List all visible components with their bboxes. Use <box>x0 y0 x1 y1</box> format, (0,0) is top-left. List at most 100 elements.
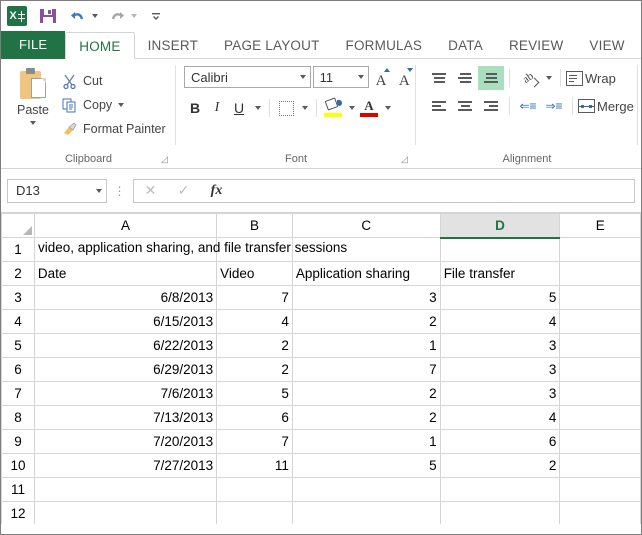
cell-e8[interactable] <box>559 405 641 430</box>
cell-d11[interactable] <box>439 477 561 502</box>
row-header-4[interactable]: 4 <box>1 309 35 334</box>
cell-c9[interactable]: 1 <box>291 429 441 454</box>
tab-data[interactable]: DATA <box>435 32 496 59</box>
cell-e5[interactable] <box>559 333 641 358</box>
font-color-dropdown-icon[interactable] <box>380 97 394 119</box>
undo-dropdown-icon[interactable] <box>90 4 98 28</box>
decrease-indent-button[interactable]: ⇐≡ <box>515 94 541 118</box>
cell-e7[interactable] <box>559 381 641 406</box>
orientation-dropdown-icon[interactable] <box>541 67 555 89</box>
cell-c5[interactable]: 1 <box>291 333 441 358</box>
tab-insert[interactable]: INSERT <box>135 32 211 59</box>
column-header-c[interactable]: C <box>291 213 441 238</box>
copy-dropdown-icon[interactable] <box>118 103 125 107</box>
cell-a4[interactable]: 6/15/2013 <box>33 309 218 334</box>
cell-b2[interactable]: Video <box>216 261 293 286</box>
cell-b10[interactable]: 11 <box>216 453 293 478</box>
font-size-select[interactable]: 11 <box>312 66 370 88</box>
cell-c2[interactable]: Application sharing <box>291 261 441 286</box>
align-middle-button[interactable] <box>452 66 478 90</box>
cell-c7[interactable]: 2 <box>291 381 441 406</box>
cell-d8[interactable]: 4 <box>439 405 561 430</box>
cell-a12[interactable] <box>33 501 218 524</box>
italic-button[interactable]: I <box>206 97 228 119</box>
borders-button[interactable] <box>275 97 297 119</box>
cell-d5[interactable]: 3 <box>439 333 561 358</box>
copy-button[interactable]: Copy <box>59 93 166 117</box>
cell-d2[interactable]: File transfer <box>439 261 561 286</box>
cell-a11[interactable] <box>33 477 218 502</box>
cell-a3[interactable]: 6/8/2013 <box>33 285 218 310</box>
cell-a10[interactable]: 7/27/2013 <box>33 453 218 478</box>
redo-dropdown-icon[interactable] <box>129 4 137 28</box>
wrap-text-button[interactable]: Wrap <box>566 64 616 92</box>
tab-view[interactable]: VIEW <box>576 32 637 59</box>
cell-d1[interactable] <box>439 237 561 262</box>
row-header-11[interactable]: 11 <box>1 477 35 502</box>
redo-icon[interactable] <box>108 4 126 28</box>
row-header-6[interactable]: 6 <box>1 357 35 382</box>
cell-e4[interactable] <box>559 309 641 334</box>
cell-e1[interactable] <box>559 237 641 262</box>
clipboard-dialog-launcher-icon[interactable]: ◿ <box>161 155 170 164</box>
cell-b12[interactable] <box>216 501 293 524</box>
paste-dropdown-icon[interactable] <box>30 121 36 125</box>
align-top-button[interactable] <box>426 66 452 90</box>
cell-a9[interactable]: 7/20/2013 <box>33 429 218 454</box>
cell-e2[interactable] <box>559 261 641 286</box>
cell-b5[interactable]: 2 <box>216 333 293 358</box>
bold-button[interactable]: B <box>184 97 206 119</box>
row-header-12[interactable]: 12 <box>1 501 35 524</box>
borders-dropdown-icon[interactable] <box>297 97 311 119</box>
decrease-font-size-button[interactable]: A <box>393 65 416 89</box>
align-left-button[interactable] <box>426 94 452 118</box>
cell-d6[interactable]: 3 <box>439 357 561 382</box>
underline-dropdown-icon[interactable] <box>250 97 264 119</box>
increase-font-size-button[interactable]: A <box>369 65 392 89</box>
enter-formula-button[interactable]: ✓ <box>167 180 200 202</box>
orientation-button[interactable]: ab <box>515 66 541 90</box>
cell-e12[interactable] <box>559 501 641 524</box>
row-header-8[interactable]: 8 <box>1 405 35 430</box>
row-header-9[interactable]: 9 <box>1 429 35 454</box>
paste-button[interactable]: Paste <box>7 64 59 141</box>
cell-a2[interactable]: Date <box>33 261 218 286</box>
font-dialog-launcher-icon[interactable]: ◿ <box>401 155 410 164</box>
cell-e9[interactable] <box>559 429 641 454</box>
tab-home[interactable]: HOME <box>65 32 135 59</box>
cell-c6[interactable]: 7 <box>291 357 441 382</box>
cell-a8[interactable]: 7/13/2013 <box>33 405 218 430</box>
cell-d3[interactable]: 5 <box>439 285 561 310</box>
row-header-2[interactable]: 2 <box>1 261 35 286</box>
cell-d9[interactable]: 6 <box>439 429 561 454</box>
formula-input[interactable] <box>233 178 635 203</box>
cell-d12[interactable] <box>439 501 561 524</box>
cell-b7[interactable]: 5 <box>216 381 293 406</box>
cell-b3[interactable]: 7 <box>216 285 293 310</box>
cell-a5[interactable]: 6/22/2013 <box>33 333 218 358</box>
row-header-5[interactable]: 5 <box>1 333 35 358</box>
fill-color-dropdown-icon[interactable] <box>344 97 358 119</box>
underline-button[interactable]: U <box>228 97 250 119</box>
cell-c1[interactable] <box>291 237 441 262</box>
align-right-button[interactable] <box>478 94 504 118</box>
cell-c3[interactable]: 3 <box>291 285 441 310</box>
cell-b9[interactable]: 7 <box>216 429 293 454</box>
tab-review[interactable]: REVIEW <box>496 32 576 59</box>
fill-color-button[interactable] <box>322 97 344 119</box>
cell-a7[interactable]: 7/6/2013 <box>33 381 218 406</box>
tab-formulas[interactable]: FORMULAS <box>333 32 436 59</box>
insert-function-button[interactable]: fx <box>200 180 233 202</box>
cell-d7[interactable]: 3 <box>439 381 561 406</box>
cell-c11[interactable] <box>291 477 441 502</box>
cell-e10[interactable] <box>559 453 641 478</box>
column-header-b[interactable]: B <box>216 213 293 238</box>
cancel-formula-button[interactable]: ✕ <box>134 180 167 202</box>
undo-icon[interactable] <box>69 4 87 28</box>
align-center-button[interactable] <box>452 94 478 118</box>
cell-e3[interactable] <box>559 285 641 310</box>
tab-file[interactable]: FILE <box>1 31 66 59</box>
cell-c4[interactable]: 2 <box>291 309 441 334</box>
cell-e6[interactable] <box>559 357 641 382</box>
row-header-3[interactable]: 3 <box>1 285 35 310</box>
